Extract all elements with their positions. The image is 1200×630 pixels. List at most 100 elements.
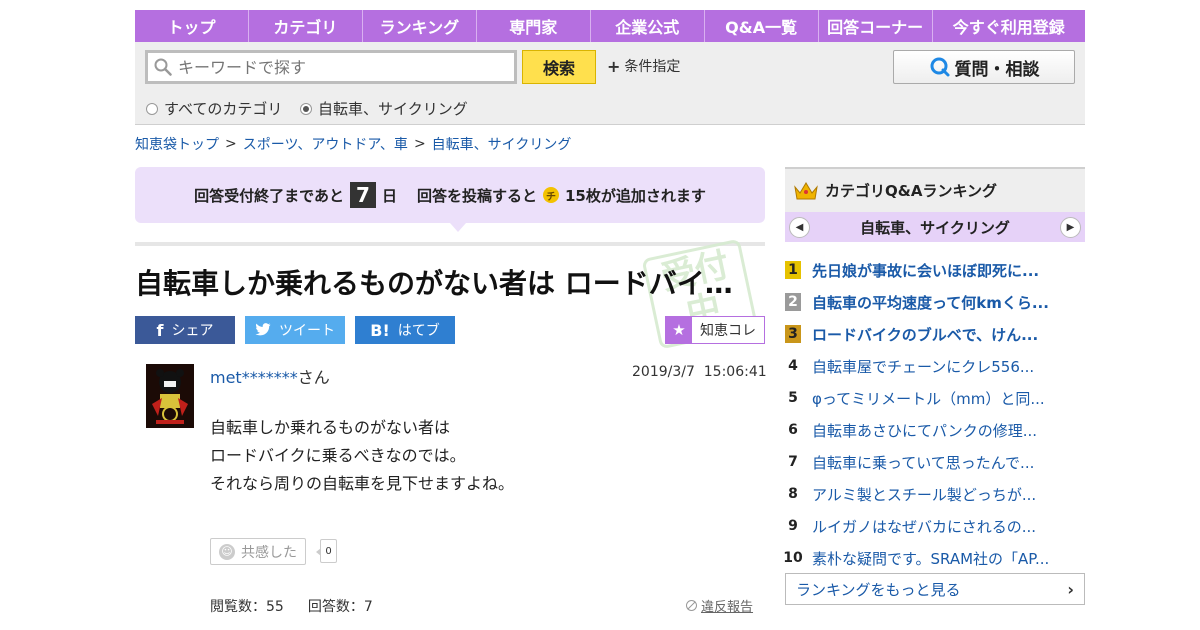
search-icon bbox=[154, 58, 172, 76]
nav-answer-corner[interactable]: 回答コーナー bbox=[819, 10, 933, 42]
question-body-line: 自転車しか乗れるものがない者は bbox=[210, 418, 451, 437]
ranking-link[interactable]: 自転車屋でチェーンにクレ556... bbox=[812, 356, 1034, 377]
report-link[interactable]: 違反報告 bbox=[686, 596, 753, 615]
ranking-link[interactable]: 自転車に乗っていて思ったんで... bbox=[812, 452, 1034, 473]
plus-icon: + bbox=[607, 56, 621, 76]
question-body-line: ロードバイクに乗るべきなのでは。 bbox=[210, 446, 466, 465]
ranking-link[interactable]: 先日娘が事故に会いほぼ即死に... bbox=[812, 260, 1039, 281]
crown-icon bbox=[794, 181, 818, 199]
smile-icon: ☺ bbox=[219, 543, 235, 560]
posted-timestamp: 2019/3/7 15:06:41 bbox=[632, 364, 767, 380]
ranking-link[interactable]: 自転車あさひにてパンクの修理... bbox=[812, 420, 1037, 441]
rank-number: 6 bbox=[788, 422, 798, 438]
facebook-icon: f bbox=[156, 320, 164, 340]
nav-ranking[interactable]: ランキング bbox=[363, 10, 477, 42]
notice-suffix: 15枚が追加されます bbox=[565, 186, 706, 205]
avatar-image bbox=[146, 364, 194, 428]
scope-current-option[interactable]: 自転車、サイクリング bbox=[300, 98, 468, 119]
user-name-link[interactable]: met******* bbox=[210, 368, 298, 387]
ranking-link[interactable]: ルイガノはなぜバカにされるの... bbox=[812, 516, 1036, 537]
chie-colle-label: 知恵コレ bbox=[700, 323, 756, 339]
notice-pointer bbox=[450, 223, 466, 232]
prev-arrow-icon[interactable]: ◀ bbox=[789, 216, 810, 238]
next-arrow-icon[interactable]: ▶ bbox=[1059, 216, 1081, 238]
breadcrumb-top[interactable]: 知恵袋トップ bbox=[135, 134, 219, 154]
ranking-more-label: ランキングをもっと見る bbox=[796, 580, 961, 599]
coin-icon: チ bbox=[543, 187, 559, 203]
ranking-more-button[interactable]: ランキングをもっと見る › bbox=[785, 573, 1085, 605]
condition-link[interactable]: + 条件指定 bbox=[607, 56, 680, 76]
nav-experts[interactable]: 専門家 bbox=[477, 10, 591, 42]
view-count: 閲覧数：55 bbox=[210, 599, 284, 615]
section-divider bbox=[135, 242, 765, 246]
rank-number: 7 bbox=[788, 454, 798, 470]
hatena-bookmark-icon: B! bbox=[370, 320, 390, 340]
ban-icon bbox=[686, 600, 697, 611]
ranking-list: 1 先日娘が事故に会いほぼ即死に... 2 自転車の平均速度って何kmくら... 3… bbox=[783, 254, 1085, 574]
deadline-notice: 回答受付終了まであと 7 日 回答を投稿すると チ 15枚が追加されます bbox=[135, 167, 765, 223]
breadcrumb-separator: > bbox=[225, 136, 237, 152]
notice-day-unit: 日 bbox=[381, 186, 397, 205]
rank-number: 3 bbox=[785, 325, 801, 343]
rank-number: 5 bbox=[788, 390, 798, 406]
nav-qa-list[interactable]: Q&A一覧 bbox=[705, 10, 819, 42]
scope-current-label: 自転車、サイクリング bbox=[318, 100, 468, 118]
ranking-item: 10 素朴な疑問です。SRAM社の「AP... bbox=[783, 542, 1085, 574]
chie-colle-button[interactable]: ★ 知恵コレ bbox=[665, 316, 765, 344]
nav-top[interactable]: トップ bbox=[135, 10, 249, 42]
ranking-item: 2 自転車の平均速度って何kmくら... bbox=[785, 286, 1085, 318]
radio-current[interactable] bbox=[300, 102, 312, 115]
breadcrumb-separator: > bbox=[413, 136, 426, 152]
ranking-item: 8 アルミ製とスチール製どっちが... bbox=[785, 478, 1085, 510]
share-twitter-button[interactable]: ツイート bbox=[245, 316, 345, 344]
ranking-link[interactable]: 自転車の平均速度って何kmくら... bbox=[812, 292, 1049, 313]
star-icon: ★ bbox=[666, 317, 692, 343]
notice-prefix: 回答受付終了まであと bbox=[194, 186, 344, 205]
nav-category[interactable]: カテゴリ bbox=[249, 10, 363, 42]
ranking-item: 1 先日娘が事故に会いほぼ即死に... bbox=[785, 254, 1085, 286]
ranking-link[interactable]: アルミ製とスチール製どっちが... bbox=[812, 484, 1036, 505]
scope-all-label: すべてのカテゴリ bbox=[164, 100, 283, 118]
ranking-category-bar: ◀ 自転車、サイクリング ▶ bbox=[785, 212, 1085, 242]
empathy-label: 共感した bbox=[241, 544, 297, 561]
share-facebook-button[interactable]: f シェア bbox=[135, 316, 235, 344]
rank-number: 8 bbox=[788, 486, 798, 502]
ranking-item: 7 自転車に乗っていて思ったんで... bbox=[785, 446, 1085, 478]
search-panel: 検索 + 条件指定 質問・相談 すべてのカテゴリ 自転車、サイクリング bbox=[135, 42, 1085, 125]
q-logo-icon bbox=[930, 57, 949, 77]
days-remaining: 7 bbox=[349, 182, 376, 208]
twitter-icon bbox=[255, 323, 271, 336]
ranking-header: カテゴリQ&Aランキング bbox=[785, 167, 1085, 212]
radio-all[interactable] bbox=[146, 102, 158, 115]
breadcrumb-cycling[interactable]: 自転車、サイクリング bbox=[432, 134, 572, 154]
chevron-right-icon: › bbox=[1067, 579, 1074, 599]
nav-register[interactable]: 今すぐ利用登録 bbox=[933, 10, 1085, 42]
ranking-item: 3 ロードバイクのブルベで、けん... bbox=[785, 318, 1085, 350]
ask-question-label: 質問・相談 bbox=[954, 59, 1040, 80]
ranking-category: 自転車、サイクリング bbox=[860, 218, 1010, 237]
empathy-button[interactable]: ☺ 共感した bbox=[210, 538, 306, 565]
share-hatena-label: はてブ bbox=[397, 323, 440, 339]
ranking-link[interactable]: ロードバイクのブルベで、けん... bbox=[812, 324, 1038, 345]
avatar[interactable] bbox=[146, 364, 194, 428]
nav-official[interactable]: 企業公式 bbox=[591, 10, 705, 42]
scope-all-option[interactable]: すべてのカテゴリ bbox=[146, 98, 282, 119]
share-twitter-label: ツイート bbox=[279, 323, 335, 339]
ranking-link[interactable]: 素朴な疑問です。SRAM社の「AP... bbox=[812, 548, 1049, 569]
user-name: met*******さん bbox=[210, 364, 330, 388]
search-button[interactable]: 検索 bbox=[522, 50, 596, 84]
ranking-item: 4 自転車屋でチェーンにクレ556... bbox=[785, 350, 1085, 382]
share-hatena-button[interactable]: B! はてブ bbox=[355, 316, 455, 344]
ranking-item: 5 φってミリメートル（mm）と同... bbox=[785, 382, 1085, 414]
question-stats: 閲覧数：55 回答数：7 bbox=[210, 596, 373, 616]
search-input[interactable] bbox=[178, 57, 508, 77]
search-box[interactable] bbox=[145, 50, 517, 84]
ranking-link[interactable]: φってミリメートル（mm）と同... bbox=[812, 388, 1045, 409]
condition-label: 条件指定 bbox=[624, 59, 681, 75]
notice-middle: 回答を投稿すると bbox=[416, 186, 537, 205]
breadcrumb: 知恵袋トップ > スポーツ、アウトドア、車 > 自転車、サイクリング bbox=[135, 134, 571, 154]
rank-number: 2 bbox=[785, 293, 801, 311]
question-title: 自転車しか乗れるものがない者は ロードバイ… bbox=[135, 267, 733, 300]
ask-question-button[interactable]: 質問・相談 bbox=[893, 50, 1075, 84]
breadcrumb-sports[interactable]: スポーツ、アウトドア、車 bbox=[243, 134, 408, 154]
